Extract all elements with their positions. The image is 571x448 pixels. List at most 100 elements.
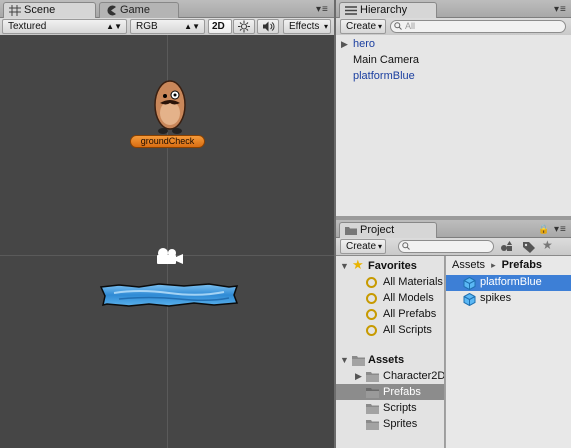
hierarchy-create-dropdown[interactable]: Create ▾: [340, 19, 386, 34]
scene-panel-menu-icon[interactable]: ▾≡: [316, 4, 329, 15]
platform-blue-sprite[interactable]: [99, 281, 239, 309]
folder-label: Scripts: [383, 402, 417, 414]
lighting-toggle[interactable]: [233, 19, 255, 34]
favorite-item-all-models[interactable]: All Models: [336, 290, 444, 306]
folder-label: Sprites: [383, 418, 418, 430]
favorite-item-label: All Models: [383, 292, 434, 304]
search-filter-icon: [366, 325, 377, 336]
list-icon: [345, 6, 357, 15]
project-create-dropdown[interactable]: Create ▾: [340, 239, 386, 254]
folder-label: Prefabs: [383, 386, 421, 398]
folder-icon: [366, 372, 379, 382]
tab-project-label: Project: [360, 224, 395, 236]
assets-row[interactable]: ▼ Assets: [336, 352, 444, 368]
favorite-item-label: All Prefabs: [383, 308, 437, 320]
scene-toolbar: Textured ▲▼ RGB ▲▼ 2D Effects ▾: [0, 18, 334, 36]
hierarchy-tab-strip: Hierarchy ▾≡: [336, 0, 571, 19]
favorites-expand-icon[interactable]: ▼: [340, 258, 349, 274]
camera-gizmo-icon[interactable]: [154, 247, 184, 265]
grid-icon: [9, 5, 21, 16]
assets-expand-icon[interactable]: ▼: [340, 352, 349, 368]
folder-sprites[interactable]: Sprites: [336, 416, 444, 432]
project-create-caret-icon: ▾: [377, 242, 382, 251]
project-search-input[interactable]: [398, 240, 494, 253]
prefab-cube-icon: [463, 293, 476, 306]
hierarchy-toolbar: Create ▾ All: [336, 18, 571, 36]
filter-by-type-icon[interactable]: [500, 240, 514, 253]
search-icon: [402, 242, 410, 250]
search-filter-icon: [366, 277, 377, 288]
hierarchy-search-placeholder: All: [405, 21, 416, 31]
project-create-label: Create: [346, 241, 377, 252]
search-icon: [394, 22, 402, 30]
render-mode-dropdown[interactable]: Textured ▲▼: [2, 19, 127, 34]
project-panel-menu-icon[interactable]: ▾≡: [554, 224, 567, 235]
hierarchy-item-main-camera[interactable]: Main Camera: [353, 54, 419, 66]
hierarchy-panel-menu-icon[interactable]: ▾≡: [554, 4, 567, 15]
scene-viewport[interactable]: groundCheck: [0, 35, 334, 448]
hierarchy-create-caret-icon: ▾: [377, 22, 382, 31]
lock-icon[interactable]: 🔒: [538, 224, 549, 235]
search-filter-icon: [366, 293, 377, 304]
folder-character2d[interactable]: ▶ Character2D: [336, 368, 445, 384]
filter-by-label-icon[interactable]: [522, 240, 536, 253]
folder-icon: [366, 404, 379, 414]
hierarchy-search-input[interactable]: All: [390, 20, 566, 33]
unity-editor: Scene Game ▾≡ Textured ▲▼ RGB ▲▼ 2D Effe…: [0, 0, 571, 448]
favorite-item-label: All Scripts: [383, 324, 432, 336]
assets-label: Assets: [368, 354, 405, 366]
render-mode-value: Textured: [8, 21, 47, 32]
hierarchy-item-hero[interactable]: hero: [353, 38, 375, 50]
folder-icon: [366, 420, 379, 430]
folder-prefabs[interactable]: Prefabs: [336, 384, 444, 400]
prefab-cube-icon: [463, 277, 476, 290]
folder-icon: [366, 388, 379, 398]
breadcrumb-assets[interactable]: Assets: [452, 259, 485, 271]
tab-project[interactable]: Project: [339, 222, 437, 239]
asset-item-spikes[interactable]: spikes: [446, 291, 571, 307]
speaker-icon: [263, 21, 275, 32]
tab-scene-label: Scene: [24, 4, 56, 16]
effects-label: Effects: [289, 21, 320, 32]
color-mode-dropdown[interactable]: RGB ▲▼: [130, 19, 205, 34]
favorites-label: Favorites: [368, 260, 417, 272]
breadcrumb-separator-icon: ▸: [491, 260, 496, 270]
sun-icon: [238, 20, 250, 33]
tab-hierarchy[interactable]: Hierarchy: [339, 2, 437, 19]
folder-scripts[interactable]: Scripts: [336, 400, 444, 416]
ground-check-gizmo-label[interactable]: groundCheck: [130, 135, 205, 148]
asset-item-platform-blue[interactable]: platformBlue: [446, 275, 571, 291]
hierarchy-item-platform-blue[interactable]: platformBlue: [353, 70, 415, 82]
effects-caret-icon: ▾: [323, 22, 328, 31]
favorites-star-icon: ★: [352, 257, 364, 272]
mode-2d-toggle[interactable]: 2D: [208, 19, 232, 34]
folder-icon: [345, 227, 357, 235]
asset-item-label: spikes: [480, 292, 512, 304]
project-contents: Assets ▸ Prefabs platformBlue spikes: [446, 256, 571, 448]
favorite-star-icon[interactable]: ★: [542, 238, 553, 252]
tab-scene[interactable]: Scene: [3, 2, 96, 19]
render-mode-caret-icon: ▲▼: [106, 22, 122, 31]
hierarchy-expand-hero-icon[interactable]: ▶: [341, 39, 348, 50]
hierarchy-list: ▶ hero Main Camera platformBlue: [336, 35, 571, 216]
folder-icon: [352, 356, 365, 366]
character2d-expand-icon[interactable]: ▶: [355, 368, 362, 384]
favorite-item-all-scripts[interactable]: All Scripts: [336, 322, 444, 338]
favorite-item-all-materials[interactable]: All Materials: [336, 274, 444, 290]
search-filter-icon: [366, 309, 377, 320]
scene-tab-strip: Scene Game ▾≡: [0, 0, 334, 19]
breadcrumb-prefabs[interactable]: Prefabs: [502, 259, 542, 271]
color-mode-value: RGB: [136, 21, 158, 32]
favorite-item-label: All Materials: [383, 276, 443, 288]
hero-sprite[interactable]: [150, 75, 190, 137]
tab-game[interactable]: Game: [99, 2, 179, 18]
folder-label: Character2D: [383, 370, 445, 382]
asset-item-label: platformBlue: [480, 276, 542, 288]
project-folder-tree: ▼ ★ Favorites All Materials All Models A…: [336, 256, 445, 448]
effects-dropdown[interactable]: Effects ▾: [283, 19, 331, 34]
tab-game-label: Game: [120, 4, 150, 16]
favorite-item-all-prefabs[interactable]: All Prefabs: [336, 306, 444, 322]
hierarchy-create-label: Create: [346, 21, 377, 32]
audio-toggle[interactable]: [257, 19, 279, 34]
favorites-row[interactable]: ▼ ★ Favorites: [336, 257, 444, 274]
